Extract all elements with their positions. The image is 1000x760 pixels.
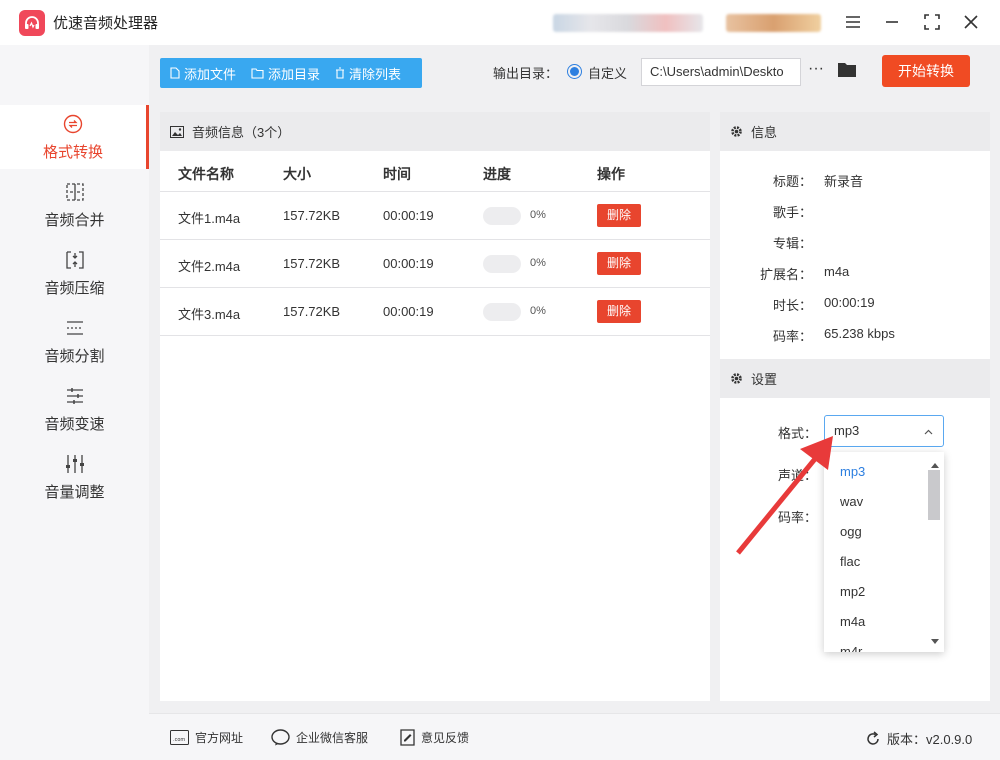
- website-label: 官方网址: [195, 731, 244, 745]
- website-link[interactable]: .com 官方网址: [170, 729, 243, 746]
- annotation-arrow: [736, 436, 833, 555]
- wechat-support-link[interactable]: 企业微信客服: [271, 729, 368, 746]
- wechat-label: 企业微信客服: [296, 731, 369, 745]
- feedback-icon: [400, 729, 415, 746]
- status-bar: .com 官方网址 企业微信客服 意见反馈 版本：v2.0.9.0: [149, 713, 1000, 760]
- version-info: 版本：v2.0.9.0: [865, 729, 972, 748]
- refresh-icon: [867, 730, 879, 745]
- website-icon: .com: [170, 730, 189, 745]
- chat-icon: [271, 729, 290, 746]
- svg-text:.com: .com: [173, 737, 185, 743]
- feedback-link[interactable]: 意见反馈: [400, 729, 469, 746]
- feedback-label: 意见反馈: [421, 731, 470, 745]
- version-label: 版本：v2.0.9.0: [887, 732, 973, 747]
